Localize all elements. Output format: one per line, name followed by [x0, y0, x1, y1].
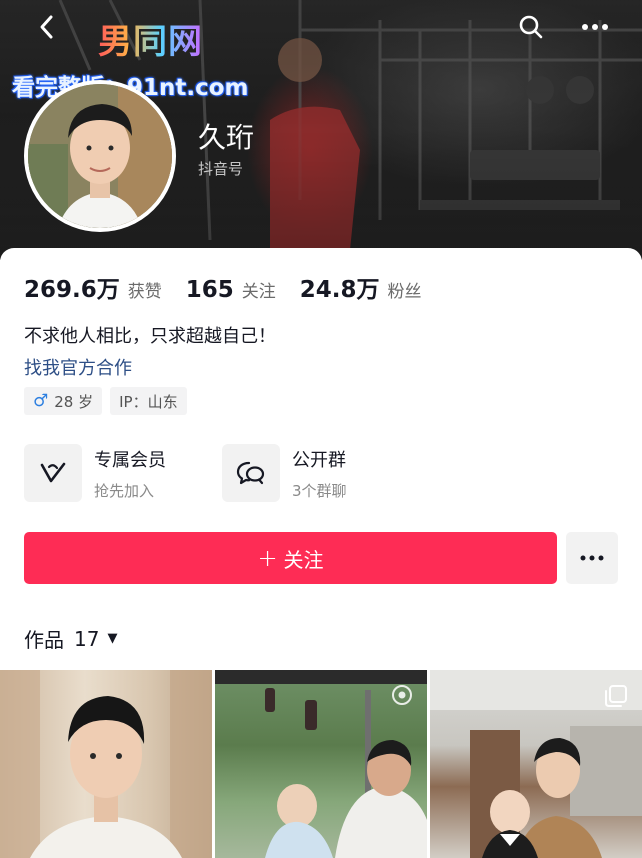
stat-value: 269.6万	[24, 277, 120, 303]
plus-icon: +	[257, 544, 278, 572]
more-actions-button[interactable]	[566, 532, 618, 584]
more-dots-icon	[580, 555, 604, 561]
chevron-left-icon	[40, 15, 53, 39]
gender-age-tag: ♂ 28 岁	[24, 387, 103, 415]
avatar-photo	[28, 84, 172, 228]
age-text: 28 岁	[54, 392, 94, 411]
stat-likes[interactable]: 269.6万 获赞	[24, 270, 162, 304]
works-grid	[0, 670, 642, 858]
services-row: 专属会员 抢先加入 公开群 3个群聊	[24, 444, 420, 502]
multi-photo-icon	[605, 685, 627, 707]
camera-lens-icon	[392, 685, 412, 705]
avatar[interactable]	[24, 80, 176, 232]
service-subtitle: 3个群聊	[292, 481, 347, 500]
video-cover-image	[0, 670, 212, 858]
male-icon: ♂	[33, 391, 49, 411]
stat-value: 24.8万	[299, 277, 380, 303]
back-button[interactable]	[30, 12, 64, 42]
stat-label: 粉丝	[387, 282, 422, 302]
service-title: 公开群	[292, 449, 346, 471]
profile-tags: ♂ 28 岁 IP：山东	[24, 387, 195, 415]
stat-value: 165	[185, 277, 234, 303]
works-tab[interactable]: 作品 17 ▼	[24, 624, 117, 653]
works-count: 17	[74, 626, 100, 651]
follow-label: 关注	[283, 547, 324, 572]
more-options-button[interactable]	[578, 12, 612, 42]
stat-following[interactable]: 165 关注	[186, 277, 276, 303]
v-logo-icon	[24, 444, 82, 502]
stat-label: 关注	[241, 282, 276, 302]
ip-location-tag: IP：山东	[110, 387, 187, 415]
video-thumbnail[interactable]	[0, 670, 212, 858]
stats-row: 269.6万 获赞 165 关注 24.8万 粉丝	[24, 270, 446, 304]
service-subtitle: 抢先加入	[94, 481, 155, 500]
video-thumbnail[interactable]	[215, 670, 427, 858]
profile-bio: 不求他人相比，只求超越自己！	[24, 326, 276, 347]
follow-button[interactable]: + 关注	[24, 532, 557, 584]
profile-nickname: 久珩	[198, 121, 255, 154]
video-thumbnail[interactable]	[430, 670, 642, 858]
watermark-logo: 男同网	[98, 14, 203, 63]
search-icon	[519, 15, 543, 39]
exclusive-membership-entry[interactable]: 专属会员 抢先加入	[24, 444, 222, 502]
works-label: 作品	[24, 628, 64, 652]
stat-label: 获赞	[127, 282, 162, 302]
caret-down-icon: ▼	[107, 631, 118, 646]
search-button[interactable]	[514, 12, 548, 42]
chat-bubbles-icon	[222, 444, 280, 502]
business-contact-link[interactable]: 找我官方合作	[24, 354, 132, 380]
public-group-entry[interactable]: 公开群 3个群聊	[222, 444, 420, 502]
stat-followers[interactable]: 24.8万 粉丝	[300, 270, 422, 304]
more-dots-icon	[582, 24, 608, 30]
service-title: 专属会员	[94, 449, 166, 471]
douyin-id-label: 抖音号	[198, 160, 244, 178]
